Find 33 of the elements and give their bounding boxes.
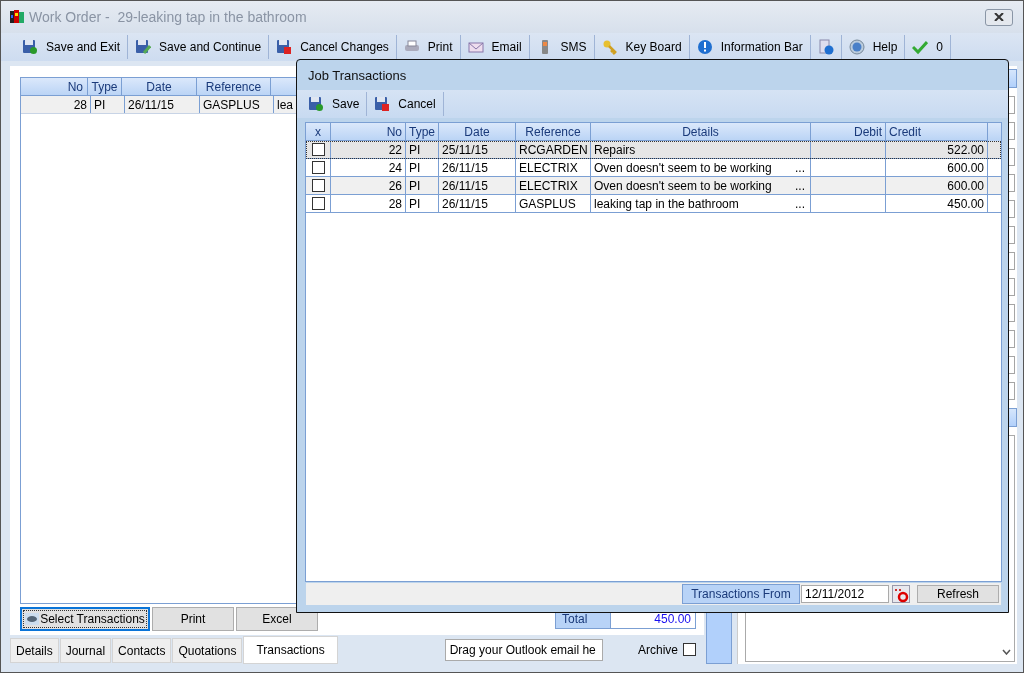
table-cell: ELECTRIX (516, 159, 591, 176)
table-cell: PI (406, 141, 439, 158)
table-cell: 600.00 (886, 177, 988, 194)
table-cell: 26/11/15 (125, 96, 200, 113)
table-cell: 24 (331, 159, 406, 176)
table-cell: 600.00 (886, 159, 988, 176)
table-cell-text: lea (276, 96, 294, 113)
table-cell: 26 (331, 177, 406, 194)
table-cell: GASPLUS (516, 195, 591, 212)
table-cell: 22 (331, 141, 406, 158)
table-cell: GASPLUS (200, 96, 274, 113)
window-title: Work Order - 29-leaking tap in the bathroom (29, 9, 308, 25)
table-cell: 26/11/15 (439, 159, 516, 176)
table-cell: 522.00 (886, 141, 988, 158)
table-cell: 26/11/15 (439, 195, 516, 212)
table-cell: 450.00 (886, 195, 988, 212)
table-cell: 28 (331, 195, 406, 212)
table-cell: leaking tap in the bathroom (594, 196, 739, 211)
table-cell: 25/11/15 (439, 141, 516, 158)
table-cell: Repairs (594, 142, 636, 157)
archive-label: Archive (638, 642, 678, 657)
transactions-from-label: Transactions From (682, 584, 800, 604)
table-cell: PI (91, 96, 125, 113)
table-cell: PI (406, 195, 439, 212)
table-cell: Oven doesn't seem to be working (594, 178, 772, 193)
table-cell: PI (406, 159, 439, 176)
table-cell: RCGARDEN (516, 141, 591, 158)
dialog-title: Job Transactions (308, 67, 407, 83)
table-cell: 26/11/15 (439, 177, 516, 194)
table-cell: Oven doesn't seem to be working (594, 160, 772, 175)
table-cell: PI (406, 177, 439, 194)
table-cell: ELECTRIX (516, 177, 591, 194)
table-cell: 28 (21, 96, 91, 113)
